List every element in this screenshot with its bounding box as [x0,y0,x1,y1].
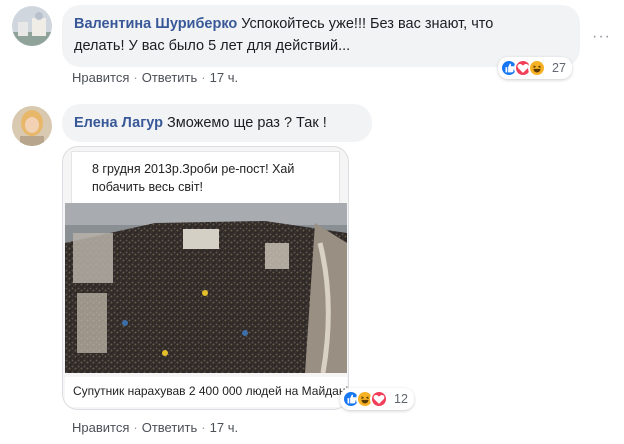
comment-text-line1: Успокойтесь уже!!! Без вас знают, что [237,16,494,32]
haha-icon [528,59,546,77]
reaction-count: 27 [552,61,566,75]
comment: Валентина Шуриберко Успокойтесь уже!!! Б… [0,0,624,96]
comment-bubble: Елена Лагур Зможемо ще раз ? Так ! [62,104,372,142]
timestamp[interactable]: 17 ч. [210,70,238,85]
separator: · [201,420,206,435]
avatar[interactable] [12,106,52,146]
love-icon [370,390,388,408]
reply-link[interactable]: Ответить [142,70,198,85]
more-options-icon[interactable]: ··· [592,28,611,46]
image-caption: 8 грудня 2013р.Зроби ре-пост! Хай побачи… [92,160,294,196]
avatar[interactable] [12,6,52,46]
like-link[interactable]: Нравится [72,70,129,85]
image-footer-text: Супутник нарахував 2 400 000 людей на Ма… [73,384,349,398]
separator: · [133,70,138,85]
reply-link[interactable]: Ответить [142,420,198,435]
comment-body: Зможемо ще раз ? Так ! [162,115,327,131]
reactions-summary[interactable]: 12 [340,388,414,410]
crowd-photo [65,203,347,373]
like-link[interactable]: Нравится [72,420,129,435]
comment-text: Елена Лагур Зможемо ще раз ? Так ! [74,112,360,134]
separator: · [201,70,206,85]
timestamp[interactable]: 17 ч. [210,420,238,435]
comment-author[interactable]: Елена Лагур [74,115,163,131]
comment-actions: Нравится · Ответить · 17 ч. [72,70,238,85]
comment-text: Валентина Шуриберко Успокойтесь уже!!! Б… [74,13,568,57]
reaction-count: 12 [394,392,408,406]
comment-text-line2: делать! У вас было 5 лет для действий... [74,38,351,54]
image-footer: Супутник нарахував 2 400 000 людей на Ма… [65,377,349,407]
attached-image[interactable]: 8 грудня 2013р.Зроби ре-пост! Хай побачи… [62,146,349,410]
image-caption-panel: 8 грудня 2013р.Зроби ре-пост! Хай побачи… [71,151,340,207]
image-caption-line1: 8 грудня 2013р.Зроби ре-пост! Хай [92,162,295,176]
separator: · [133,420,138,435]
reactions-summary[interactable]: 27 [498,57,572,79]
comment-author[interactable]: Валентина Шуриберко [74,16,237,32]
image-caption-line2: побачить весь світ! [92,180,204,194]
comment-actions: Нравится · Ответить · 17 ч. [72,420,238,435]
